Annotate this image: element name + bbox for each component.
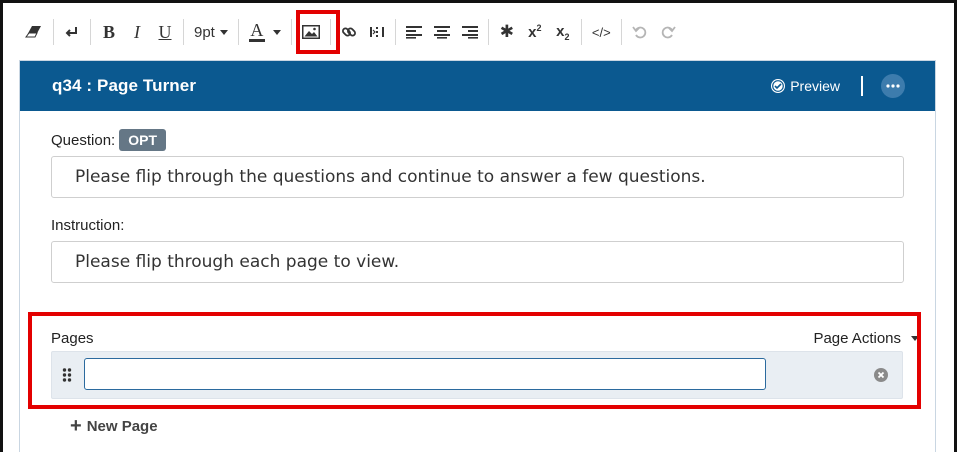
plus-icon: + <box>70 415 82 437</box>
drag-handle-icon[interactable] <box>62 368 72 382</box>
ellipsis-icon <box>886 84 900 88</box>
image-icon <box>301 25 320 39</box>
toolbar-separator <box>90 19 91 45</box>
toolbar-separator <box>53 19 54 45</box>
new-page-button[interactable]: + New Page <box>70 416 158 436</box>
line-break-button[interactable] <box>60 17 84 47</box>
eraser-icon <box>25 26 41 38</box>
pages-section: Pages Page Actions <box>33 315 919 407</box>
code-icon: </> <box>591 24 611 40</box>
source-code-button[interactable]: </> <box>588 17 615 47</box>
header-actions: Preview <box>770 61 905 111</box>
superscript-button[interactable]: x2 <box>523 17 547 47</box>
toolbar-separator <box>237 19 239 45</box>
underline-button[interactable]: U <box>153 17 177 47</box>
insert-link-button[interactable] <box>337 17 361 47</box>
text-color-dropdown[interactable]: A <box>245 17 285 47</box>
subscript-icon: x2 <box>556 22 570 42</box>
text-color-icon: A <box>250 20 264 40</box>
superscript-icon: x2 <box>528 23 542 41</box>
font-size-dropdown[interactable]: 9pt <box>190 17 232 47</box>
panel-header: q34 : Page Turner Preview <box>20 61 935 111</box>
enter-icon <box>65 27 77 37</box>
undo-icon <box>631 26 646 39</box>
insert-image-button[interactable] <box>298 17 324 47</box>
align-center-icon <box>433 26 450 39</box>
more-options-button[interactable] <box>881 74 905 98</box>
toolbar-separator <box>394 19 396 45</box>
clear-format-button[interactable] <box>21 17 47 47</box>
align-left-button[interactable] <box>402 17 426 47</box>
undo-button[interactable] <box>628 17 652 47</box>
font-size-value: 9pt <box>194 23 215 41</box>
editor-toolbar: B I U 9pt A ✱ x2 x2 </> <box>19 12 682 52</box>
question-text-field[interactable]: Please flip through the questions and co… <box>51 156 904 198</box>
toolbar-separator <box>290 19 292 45</box>
pages-label: Pages <box>51 330 94 347</box>
remove-circle-icon[interactable] <box>874 368 888 382</box>
question-label: Question: <box>51 131 116 149</box>
page-actions-dropdown[interactable]: Page Actions <box>813 330 919 347</box>
check-circle-icon <box>771 79 786 93</box>
status-badge[interactable]: OPT <box>119 129 166 151</box>
toolbar-separator <box>329 19 331 45</box>
piping-icon <box>369 27 384 37</box>
list-item <box>51 351 903 399</box>
redo-button[interactable] <box>656 17 680 47</box>
question-text: Please flip through the questions and co… <box>75 167 706 187</box>
instruction-text-field[interactable]: Please flip through each page to view. <box>51 241 904 283</box>
instruction-text: Please flip through each page to view. <box>75 252 400 272</box>
align-left-icon <box>405 26 422 39</box>
page-actions-label: Page Actions <box>813 330 901 347</box>
italic-button[interactable]: I <box>125 17 149 47</box>
toolbar-separator <box>183 19 184 45</box>
instruction-label: Instruction: <box>51 217 125 234</box>
new-page-label: New Page <box>86 417 158 435</box>
color-underline <box>248 39 265 42</box>
align-center-button[interactable] <box>430 17 454 47</box>
insert-piping-button[interactable] <box>365 17 389 47</box>
page-name-input[interactable] <box>84 358 766 390</box>
page-title: q34 : Page Turner <box>52 76 197 95</box>
question-label-row: Question: OPT <box>51 129 166 151</box>
toolbar-separator <box>580 19 582 45</box>
toolbar-separator <box>487 19 489 45</box>
asterisk-icon: ✱ <box>499 22 514 41</box>
toolbar-separator <box>620 19 622 45</box>
caret-down-icon <box>911 336 919 341</box>
redo-icon <box>661 26 676 39</box>
bold-button[interactable]: B <box>97 17 121 47</box>
link-icon <box>341 27 356 37</box>
caret-down-icon <box>219 29 228 35</box>
align-right-icon <box>461 26 478 39</box>
align-right-button[interactable] <box>458 17 482 47</box>
subscript-button[interactable]: x2 <box>551 17 575 47</box>
question-panel: q34 : Page Turner Preview Question: OPT … <box>19 60 936 452</box>
preview-label: Preview <box>790 78 840 94</box>
header-divider <box>861 76 863 96</box>
preview-button[interactable]: Preview <box>770 78 840 94</box>
caret-down-icon <box>272 29 281 35</box>
special-character-button[interactable]: ✱ <box>495 17 519 47</box>
